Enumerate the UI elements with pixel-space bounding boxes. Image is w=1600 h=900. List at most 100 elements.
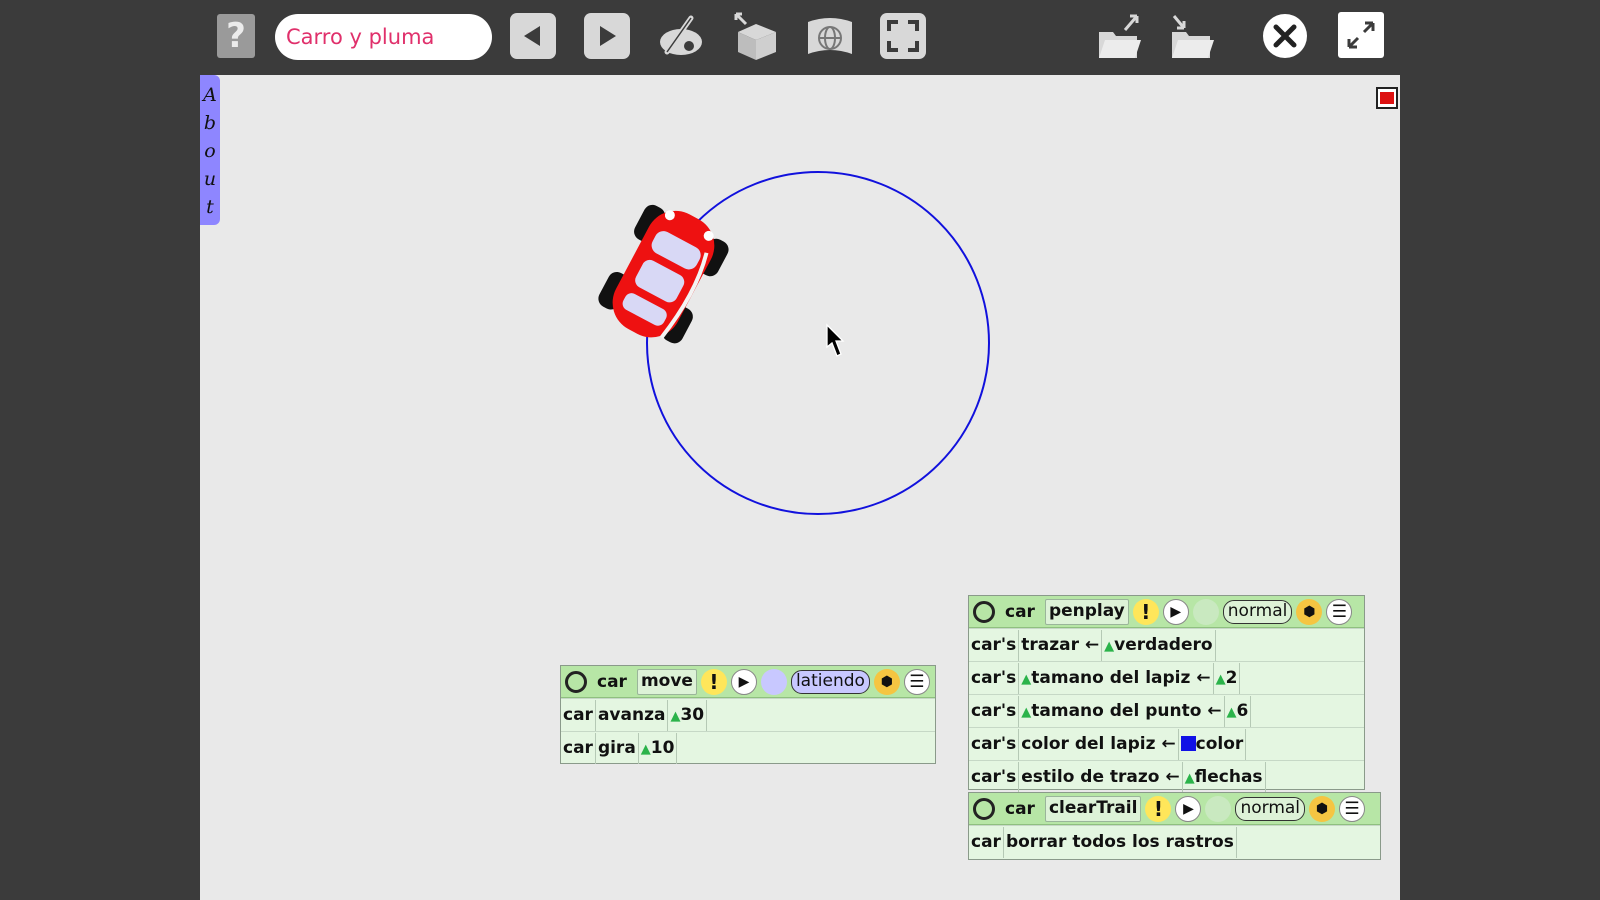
- tick-mode-selector[interactable]: latiendo: [790, 669, 870, 694]
- tile-value-text: color: [1195, 733, 1244, 754]
- tile-row[interactable]: car gira ▲10: [561, 731, 935, 764]
- script-name[interactable]: move: [636, 668, 697, 695]
- tile-command[interactable]: avanza: [596, 699, 669, 731]
- load-project-button[interactable]: [1095, 12, 1143, 66]
- script-header: car move ! ▶ latiendo ⬢ ☰: [561, 666, 935, 698]
- arrow-right-icon: [600, 26, 616, 46]
- tile-player: car: [561, 732, 596, 764]
- script-player: car: [1005, 798, 1035, 819]
- project-title-field[interactable]: Carro y pluma: [275, 14, 492, 60]
- tile-row[interactable]: car avanza ▲30: [561, 698, 935, 731]
- tile-value-text: 30: [680, 704, 705, 725]
- tile-command[interactable]: gira: [596, 732, 639, 764]
- tile-slot[interactable]: trazar ←: [1019, 629, 1103, 661]
- tick-mode-selector[interactable]: normal: [1235, 796, 1306, 821]
- tile-value-text: verdadero: [1114, 634, 1213, 655]
- collapse-icon[interactable]: [565, 670, 587, 693]
- script-player: car: [1005, 601, 1035, 622]
- tile-row[interactable]: car's ▲tamano del punto ← ▲6: [969, 694, 1364, 727]
- script-penplay[interactable]: car penplay ! ▶ normal ⬢ ☰ car's trazar …: [968, 595, 1365, 793]
- fullscreen-button[interactable]: [1338, 12, 1384, 58]
- tile-slot[interactable]: color del lapiz ←: [1019, 728, 1179, 760]
- tile-slot-text: trazar: [1021, 634, 1079, 655]
- step-button[interactable]: ▶: [1162, 598, 1189, 625]
- tile-value[interactable]: color: [1179, 728, 1247, 760]
- arrows-icon[interactable]: ▲: [1216, 672, 1226, 687]
- tile-value-text: 2: [1225, 667, 1238, 688]
- arrows-icon[interactable]: ▲: [1104, 639, 1114, 654]
- tile-slot[interactable]: ▲tamano del lapiz ←: [1019, 662, 1214, 694]
- tile-player: car: [561, 699, 596, 731]
- supplies-box-icon: [734, 12, 776, 60]
- run-once-button[interactable]: !: [1132, 598, 1159, 625]
- next-page-button[interactable]: [584, 13, 630, 59]
- tile-command[interactable]: borrar todos los rastros: [1004, 826, 1237, 858]
- arrows-icon[interactable]: ▲: [1021, 672, 1031, 687]
- arrows-icon[interactable]: ▲: [1185, 771, 1195, 786]
- tile-player: car: [969, 826, 1004, 858]
- run-once-button[interactable]: !: [700, 668, 727, 695]
- car-sprite[interactable]: [583, 195, 743, 355]
- arrows-icon[interactable]: ▲: [1227, 705, 1237, 720]
- script-player: car: [597, 671, 627, 692]
- clock-icon[interactable]: [1205, 795, 1232, 822]
- script-name[interactable]: penplay: [1044, 598, 1129, 625]
- tile-row[interactable]: car's color del lapiz ← color: [969, 727, 1364, 760]
- tile-player: car's: [969, 662, 1020, 694]
- tile-value[interactable]: ▲flechas: [1183, 761, 1266, 793]
- color-swatch[interactable]: [1180, 735, 1196, 751]
- menu-icon[interactable]: ☰: [903, 668, 930, 695]
- publish-button[interactable]: [805, 14, 855, 64]
- script-move[interactable]: car move ! ▶ latiendo ⬢ ☰ car avanza ▲30…: [560, 665, 936, 764]
- arrows-icon[interactable]: ▲: [641, 742, 651, 757]
- collapse-icon[interactable]: [973, 797, 995, 820]
- run-once-button[interactable]: !: [1145, 795, 1172, 822]
- step-button[interactable]: ▶: [730, 668, 757, 695]
- menu-icon[interactable]: ☰: [1326, 598, 1353, 625]
- tile-value[interactable]: ▲30: [668, 699, 708, 731]
- tile-player: car's: [969, 728, 1020, 760]
- previous-page-button[interactable]: [510, 13, 556, 59]
- tick-mode-selector[interactable]: normal: [1222, 599, 1293, 624]
- tile-slot-text: tamano del punto: [1031, 700, 1202, 721]
- script-cleartrail[interactable]: car clearTrail ! ▶ normal ⬢ ☰ car borrar…: [968, 792, 1381, 860]
- folder-save-icon: [1172, 15, 1214, 58]
- toolbar: ? Carro y pluma: [200, 0, 1400, 75]
- supplies-box-icon[interactable]: ⬢: [1309, 795, 1336, 822]
- tile-value-text: 6: [1236, 700, 1249, 721]
- clock-icon[interactable]: [760, 668, 787, 695]
- world-canvas[interactable]: A b o u t car move ! ▶ latiendo ⬢ ☰ car …: [200, 75, 1400, 900]
- tile-player: car's: [969, 695, 1020, 727]
- frame-corners-icon: [887, 20, 919, 52]
- tile-row[interactable]: car's estilo de trazo ← ▲flechas: [969, 760, 1364, 793]
- supplies-button[interactable]: [730, 10, 780, 66]
- supplies-box-icon[interactable]: ⬢: [873, 668, 900, 695]
- step-button[interactable]: ▶: [1175, 795, 1202, 822]
- menu-icon[interactable]: ☰: [1339, 795, 1366, 822]
- script-header: car clearTrail ! ▶ normal ⬢ ☰: [969, 793, 1380, 825]
- tile-slot[interactable]: estilo de trazo ←: [1019, 761, 1183, 793]
- supplies-box-icon[interactable]: ⬢: [1296, 598, 1323, 625]
- tile-player: car's: [969, 761, 1020, 793]
- arrow-left-icon: [524, 26, 540, 46]
- save-project-button[interactable]: [1168, 12, 1216, 66]
- tile-row[interactable]: car's trazar ← ▲verdadero: [969, 628, 1364, 661]
- stop-button[interactable]: [1262, 13, 1308, 63]
- folder-open-icon: [1099, 14, 1141, 58]
- fit-screen-button[interactable]: [880, 13, 926, 59]
- clock-icon[interactable]: [1192, 598, 1219, 625]
- tile-slot-text: tamano del lapiz: [1031, 667, 1191, 688]
- tile-row[interactable]: car borrar todos los rastros: [969, 825, 1380, 858]
- tile-row[interactable]: car's ▲tamano del lapiz ← ▲2: [969, 661, 1364, 694]
- tile-slot[interactable]: ▲tamano del punto ←: [1019, 695, 1225, 727]
- arrows-icon[interactable]: ▲: [670, 709, 680, 724]
- script-name[interactable]: clearTrail: [1044, 795, 1142, 822]
- tile-value[interactable]: ▲6: [1225, 695, 1252, 727]
- tile-value[interactable]: ▲10: [639, 732, 678, 764]
- arrows-icon[interactable]: ▲: [1021, 705, 1031, 720]
- collapse-icon[interactable]: [973, 600, 995, 623]
- help-button[interactable]: ?: [217, 14, 255, 58]
- paint-button[interactable]: [655, 12, 707, 66]
- tile-value[interactable]: ▲2: [1214, 662, 1241, 694]
- tile-value[interactable]: ▲verdadero: [1102, 629, 1216, 661]
